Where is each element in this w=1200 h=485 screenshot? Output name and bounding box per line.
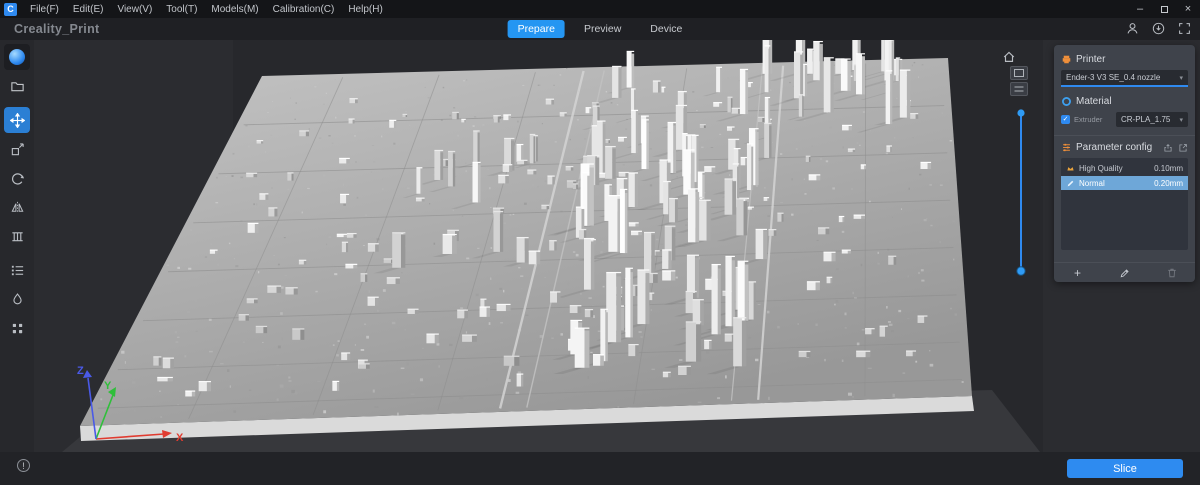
view-option-button-top[interactable] bbox=[1010, 66, 1028, 80]
trash-icon bbox=[1167, 268, 1176, 277]
edit-preset-button[interactable] bbox=[1101, 263, 1148, 282]
preset-row-normal[interactable]: Normal 0.20mm bbox=[1061, 176, 1188, 190]
support-tool-button[interactable] bbox=[4, 223, 30, 249]
material-spool-icon bbox=[1062, 97, 1071, 106]
title-bar: Creality_Print Prepare Preview Device bbox=[0, 18, 1200, 40]
material-select[interactable]: CR-PLA_1.75 ▾ bbox=[1116, 112, 1188, 127]
tab-device[interactable]: Device bbox=[640, 20, 692, 38]
printer-select[interactable]: Ender-3 V3 SE_0.4 nozzle ▾ bbox=[1061, 70, 1188, 87]
printer-selected-value: Ender-3 V3 SE_0.4 nozzle bbox=[1066, 73, 1161, 82]
x-axis-label: X bbox=[176, 432, 184, 444]
material-row: ✓ Extruder CR-PLA_1.75 ▾ bbox=[1061, 112, 1188, 127]
tab-preview[interactable]: Preview bbox=[574, 20, 631, 38]
object-list-icon bbox=[11, 265, 23, 275]
normal-preset-icon bbox=[1067, 180, 1074, 186]
z-axis-arrow bbox=[83, 370, 92, 378]
menu-edit[interactable]: Edit(E) bbox=[66, 0, 111, 18]
scale-icon bbox=[11, 142, 24, 155]
maximize-button[interactable] bbox=[1152, 0, 1176, 18]
printer-icon bbox=[1062, 55, 1071, 64]
mirror-icon bbox=[11, 201, 23, 213]
high-quality-crown-icon bbox=[1067, 166, 1074, 170]
window-controls: – × bbox=[1128, 0, 1200, 18]
move-icon bbox=[9, 112, 25, 128]
slice-button[interactable]: Slice bbox=[1067, 459, 1183, 478]
model-library-sphere-icon bbox=[9, 49, 25, 65]
rotate-tool-button[interactable] bbox=[4, 165, 30, 191]
object-list-button[interactable] bbox=[4, 257, 30, 283]
parameter-section-header: Parameter config bbox=[1061, 142, 1188, 153]
menu-help[interactable]: Help(H) bbox=[341, 0, 389, 18]
zoom-slider[interactable] bbox=[1015, 106, 1027, 283]
paint-drop-icon bbox=[12, 292, 22, 304]
model-library-button[interactable] bbox=[4, 44, 30, 70]
open-file-button[interactable] bbox=[4, 73, 30, 99]
scale-tool-button[interactable] bbox=[4, 136, 30, 162]
close-button[interactable]: × bbox=[1176, 0, 1200, 18]
menu-models[interactable]: Models(M) bbox=[204, 0, 265, 18]
preset-list: High Quality 0.10mm Normal 0.20mm bbox=[1061, 158, 1188, 250]
menu-bar: C File(F) Edit(E) View(V) Tool(T) Models… bbox=[0, 0, 1200, 18]
parameter-section-title: Parameter config bbox=[1076, 142, 1153, 153]
bottom-bar bbox=[0, 452, 1200, 485]
material-section-header: Material bbox=[1061, 96, 1188, 107]
add-preset-button[interactable]: + bbox=[1054, 263, 1101, 282]
creality-logo-icon: C bbox=[4, 2, 17, 16]
titlebar-icons bbox=[1126, 22, 1191, 35]
extruder-label: Extruder bbox=[1074, 115, 1103, 124]
app-title: Creality_Print bbox=[14, 22, 100, 36]
settings-panel: Printer Ender-3 V3 SE_0.4 nozzle ▾ Mater… bbox=[1054, 45, 1195, 282]
more-tools-button[interactable] bbox=[4, 315, 30, 341]
rotate-icon bbox=[11, 172, 24, 185]
view-home-button[interactable] bbox=[1001, 49, 1017, 64]
folder-icon bbox=[10, 81, 24, 91]
support-icon bbox=[11, 231, 23, 241]
view-layers-icon bbox=[1014, 86, 1024, 92]
tab-prepare[interactable]: Prepare bbox=[507, 20, 565, 38]
creality-print-window: X Y Z C File(F) Edit(E) View(V) Tool(T) … bbox=[0, 0, 1200, 485]
preset-row-high-quality[interactable]: High Quality 0.10mm bbox=[1061, 161, 1188, 175]
preset-name: Normal bbox=[1079, 178, 1105, 188]
open-config-icon[interactable] bbox=[1178, 143, 1188, 153]
preset-value: 0.20mm bbox=[1154, 178, 1183, 188]
menu-file[interactable]: File(F) bbox=[23, 0, 66, 18]
material-selected-value: CR-PLA_1.75 bbox=[1121, 115, 1171, 124]
user-account-icon[interactable] bbox=[1126, 22, 1139, 35]
fullscreen-icon[interactable] bbox=[1178, 22, 1191, 35]
edit-pencil-icon bbox=[1120, 268, 1129, 277]
slider-handle-top[interactable] bbox=[1017, 109, 1025, 117]
notification-badge[interactable]: ! bbox=[17, 459, 30, 472]
home-icon bbox=[1003, 51, 1015, 62]
export-config-icon[interactable] bbox=[1163, 143, 1173, 153]
menu-view[interactable]: View(V) bbox=[110, 0, 159, 18]
menu-tool[interactable]: Tool(T) bbox=[159, 0, 204, 18]
view-option-button-bottom[interactable] bbox=[1010, 82, 1028, 96]
material-section-title: Material bbox=[1076, 96, 1112, 107]
slider-handle-bottom[interactable] bbox=[1016, 266, 1026, 276]
preset-footer: + bbox=[1054, 262, 1195, 282]
extruder-checkbox[interactable]: ✓ bbox=[1061, 115, 1070, 124]
download-update-icon[interactable] bbox=[1152, 22, 1165, 35]
printer-section-title: Printer bbox=[1076, 54, 1106, 65]
menu-calibration[interactable]: Calibration(C) bbox=[266, 0, 342, 18]
move-tool-button[interactable] bbox=[4, 107, 30, 133]
minimize-button[interactable]: – bbox=[1128, 0, 1152, 18]
maximize-icon bbox=[1160, 5, 1168, 13]
chevron-down-icon: ▾ bbox=[1179, 116, 1183, 124]
y-axis-label: Y bbox=[104, 380, 112, 392]
printer-section-header: Printer bbox=[1061, 54, 1188, 65]
mirror-tool-button[interactable] bbox=[4, 194, 30, 220]
preset-name: High Quality bbox=[1079, 163, 1123, 173]
view-thumbnail-icon bbox=[1014, 69, 1024, 77]
grid-dots-icon bbox=[12, 323, 22, 333]
parameter-sliders-icon bbox=[1063, 143, 1070, 152]
preset-value: 0.10mm bbox=[1154, 163, 1183, 173]
view-mode-tabs: Prepare Preview Device bbox=[507, 18, 693, 40]
z-axis-label: Z bbox=[77, 365, 84, 377]
paint-tool-button[interactable] bbox=[4, 286, 30, 312]
panel-divider bbox=[1054, 135, 1195, 136]
delete-preset-button[interactable] bbox=[1148, 263, 1195, 282]
chevron-down-icon: ▾ bbox=[1179, 74, 1183, 82]
left-toolbar bbox=[0, 40, 34, 452]
